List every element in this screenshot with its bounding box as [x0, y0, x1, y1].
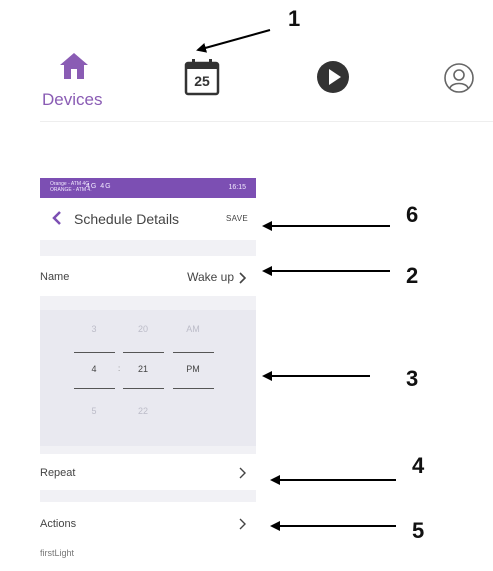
status-time: 16:15	[228, 184, 246, 191]
annotation-label-6: 6	[406, 202, 419, 227]
status-signal: 4G 4G	[86, 183, 112, 190]
ampm-option[interactable]: AM	[173, 324, 213, 334]
annotation-label-4: 4	[412, 453, 425, 478]
nav-devices[interactable]: Devices	[40, 44, 110, 114]
time-picker[interactable]: 3 20 AM 4 : 21 PM 5 22	[40, 310, 256, 446]
name-value: Wake up	[187, 270, 234, 284]
picker-divider	[173, 388, 214, 389]
nav-account[interactable]	[443, 62, 475, 94]
picker-divider	[74, 388, 115, 389]
hour-option[interactable]: 3	[74, 324, 114, 334]
chevron-right-icon	[239, 467, 246, 479]
hour-option[interactable]: 5	[74, 406, 114, 416]
actions-subtitle: firstLight	[40, 548, 75, 558]
actions-row[interactable]: Actions firstLight	[40, 502, 256, 571]
back-arrow-icon[interactable]	[50, 210, 64, 226]
nav-divider	[40, 121, 493, 122]
repeat-row[interactable]: Repeat	[40, 454, 256, 490]
actions-label: Actions	[40, 518, 77, 530]
save-button[interactable]: SAVE	[226, 214, 248, 223]
status-bar: Orange - ATM 4G ORANGE - ATM 4. 4G 4G 16…	[40, 178, 256, 198]
screen-header: Schedule Details SAVE	[40, 198, 256, 240]
chevron-right-icon	[239, 272, 246, 284]
page-title: Schedule Details	[74, 211, 180, 227]
picker-divider	[123, 352, 164, 353]
name-label: Name	[40, 271, 70, 283]
nav-schedule[interactable]: 25	[184, 58, 220, 96]
annotation-label-1: 1	[288, 6, 301, 31]
name-row[interactable]: Name Wake up	[40, 256, 256, 296]
ampm-selected[interactable]: PM	[173, 364, 213, 374]
annotation-label-2: 2	[406, 263, 419, 288]
nav-play[interactable]	[316, 60, 350, 94]
picker-divider	[173, 352, 214, 353]
hour-selected[interactable]: 4	[74, 364, 114, 374]
calendar-day: 25	[194, 73, 210, 89]
picker-divider	[123, 388, 164, 389]
repeat-label: Repeat	[40, 467, 76, 479]
home-icon	[60, 53, 88, 79]
play-icon	[317, 61, 349, 93]
schedule-details-screen: Orange - ATM 4G ORANGE - ATM 4. 4G 4G 16…	[40, 178, 256, 571]
nav-devices-label: Devices	[42, 90, 103, 109]
user-icon	[444, 63, 474, 93]
time-separator: :	[118, 364, 121, 373]
picker-divider	[74, 352, 115, 353]
minute-option[interactable]: 22	[123, 406, 163, 416]
minute-selected[interactable]: 21	[123, 364, 163, 374]
minute-option[interactable]: 20	[123, 324, 163, 334]
chevron-right-icon	[239, 518, 246, 530]
annotation-label-3: 3	[406, 366, 419, 391]
top-navigation: Devices 25	[0, 0, 493, 122]
annotation-label-5: 5	[412, 518, 425, 543]
